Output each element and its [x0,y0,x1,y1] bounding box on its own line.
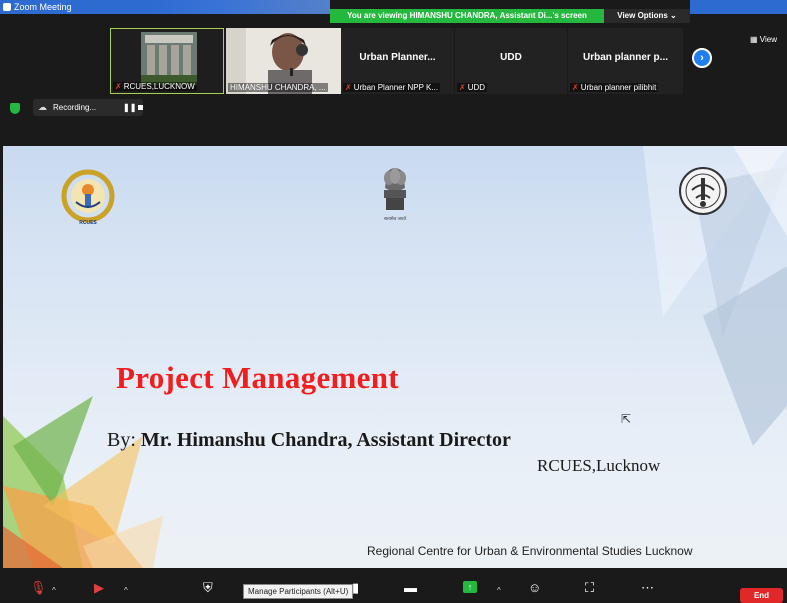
audio-options-chevron-icon[interactable]: ^ [52,586,56,595]
svg-text:RCUES: RCUES [79,220,97,226]
recording-label: Recording... [53,103,97,112]
microphone-muted-icon[interactable]: 🎙︎ [30,581,47,594]
security-shield-icon [10,103,20,114]
window-title: Zoom Meeting [0,0,150,14]
mic-muted-icon: ✗ [115,82,122,91]
recording-indicator: ☁ Recording... ❚❚ [33,99,143,116]
participant-display-name: UDD [500,52,522,63]
participant-display-name: Urban Planner... [359,52,436,63]
slide-by-prefix: By: [107,429,141,451]
security-icon[interactable]: ⛨ [203,581,213,594]
more-options-icon[interactable]: ⋯ [641,581,654,594]
video-off-icon[interactable]: ▶︎ [94,581,104,594]
chat-icon[interactable]: ▬ [404,581,417,594]
participant-name: HIMANSHU CHANDRA, ... [228,83,328,92]
zoom-window: Zoom Meeting You are viewing HIMANSHU CH… [0,0,787,603]
participant-tile[interactable]: ✗ RCUES,LUCKNOW [110,28,224,94]
participant-tile[interactable]: Urban planner p... ✗ Urban planner pilibh… [568,28,683,94]
slide-organization: RCUES,Lucknow [537,456,661,475]
slide-presenter: By: Mr. Himanshu Chandra, Assistant Dire… [107,429,511,452]
participant-strip: ✗ RCUES,LUCKNOW HIMANSHU CHANDRA, ... Urb… [0,23,787,96]
rcues-logo-icon: RCUES [61,169,115,226]
mic-muted-icon: ✗ [345,83,352,92]
slide-title: Project Management [116,360,399,395]
grid-icon: ▦ [750,35,760,44]
slide-presenter-name: Mr. Himanshu Chandra, Assistant Director [140,429,511,451]
mic-muted-icon: ✗ [459,83,466,92]
national-emblem-icon: सत्यमेव जयते [384,168,407,222]
title-bar-band [150,0,330,14]
title-bar-band-right [690,0,787,14]
shared-screen-slide: RCUES सत्यमेव जयते Project Management By… [3,146,787,568]
mouse-cursor-icon: ⇱ [621,412,632,426]
mic-muted-icon: ✗ [572,83,579,92]
stop-recording-icon[interactable] [138,105,143,110]
viewing-screen-banner: You are viewing HIMANSHU CHANDRA, Assist… [330,9,604,23]
cloud-recording-icon: ☁ [38,102,47,112]
video-options-chevron-icon[interactable]: ^ [124,586,128,595]
window-title-text: Zoom Meeting [14,2,72,12]
apps-icon[interactable]: ⛶ [585,581,594,594]
slide-footer: Regional Centre for Urban & Environmenta… [367,544,693,558]
participant-tile[interactable]: HIMANSHU CHANDRA, ... [226,28,341,94]
end-meeting-button[interactable]: End [740,588,783,603]
participant-tile[interactable]: Urban Planner... ✗ Urban Planner NPP K... [341,28,454,94]
participant-name: ✗ RCUES,LUCKNOW [113,82,197,91]
participant-tile[interactable]: UDD ✗ UDD [455,28,567,94]
svg-text:सत्यमेव जयते: सत्यमेव जयते [384,215,407,222]
meeting-toolbar: 🎙︎ ^ ▶︎ ^ ⛨ ▮ ▬ ↑ ^ ☺ ⛶ ⋯ End [0,568,787,603]
participant-name: ✗ Urban Planner NPP K... [343,83,441,92]
up-government-seal-icon [679,167,727,215]
share-screen-icon[interactable]: ↑ [463,581,477,593]
pause-recording-icon[interactable]: ❚❚ [123,99,136,116]
zoom-logo-icon [3,3,11,11]
view-options-button[interactable]: View Options ⌄ [604,9,690,23]
manage-participants-tooltip: Manage Participants (Alt+U) [243,584,354,599]
share-options-chevron-icon[interactable]: ^ [497,586,501,595]
participant-name: ✗ UDD [457,83,488,92]
participant-name: ✗ Urban planner pilibhit [570,83,659,92]
next-participants-arrow-icon[interactable]: › [692,48,712,68]
reactions-icon[interactable]: ☺ [528,581,541,594]
participant-display-name: Urban planner p... [582,52,668,63]
title-bar: Zoom Meeting You are viewing HIMANSHU CH… [0,0,787,23]
view-toggle-button[interactable]: ▦ View [750,35,777,44]
recording-bar: ☁ Recording... ❚❚ [0,96,787,146]
